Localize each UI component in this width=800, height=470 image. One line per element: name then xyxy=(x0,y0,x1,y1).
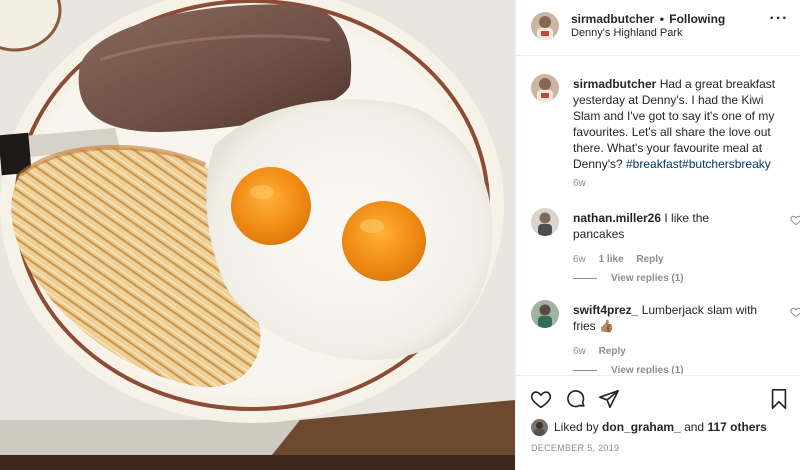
caption-text-block: sirmadbutcher Had a great breakfast yest… xyxy=(573,76,793,172)
breakfast-plate-image xyxy=(0,0,515,470)
comment-like-icon[interactable] xyxy=(790,306,800,318)
view-replies-label: View replies (1) xyxy=(611,365,684,374)
author-username[interactable]: sirmadbutcher xyxy=(571,12,654,26)
commenter-avatar-image xyxy=(531,300,559,328)
bookmark-icon-glyph xyxy=(771,389,787,409)
liker-avatar[interactable] xyxy=(531,419,548,436)
hashtag-breakfast[interactable]: #breakfast xyxy=(626,157,682,171)
comment-username[interactable]: nathan.miller26 xyxy=(573,211,661,225)
heart-icon-glyph xyxy=(530,391,552,409)
others-likes-link[interactable]: 117 others xyxy=(707,420,766,434)
comment-meta: 6w 1 like Reply xyxy=(573,254,674,265)
caption-username[interactable]: sirmadbutcher xyxy=(573,77,656,91)
post-photo[interactable] xyxy=(0,0,515,470)
bookmark-icon[interactable] xyxy=(768,388,790,410)
comment-text-block: swift4prez_ Lumberjack slam with fries 👍… xyxy=(573,302,763,334)
comment-item: swift4prez_ Lumberjack slam with fries 👍… xyxy=(531,300,800,374)
author-avatar-image xyxy=(531,12,559,40)
comment-like-icon[interactable] xyxy=(790,214,800,226)
replies-divider-line xyxy=(573,369,597,371)
caption-author-avatar-image xyxy=(531,74,559,102)
comment-text-block: nathan.miller26 I like the pancakes xyxy=(573,210,763,242)
view-replies-label: View replies (1) xyxy=(611,273,684,284)
instagram-post: sirmadbutcher • Following Denny's Highla… xyxy=(0,0,800,470)
liked-by-joiner: and xyxy=(684,420,705,434)
comment-item: nathan.miller26 I like the pancakes 6w 1… xyxy=(531,208,800,288)
share-icon[interactable] xyxy=(598,388,620,410)
liked-by-text: Liked by don_graham_ and 117 others xyxy=(554,420,767,434)
liker-username[interactable]: don_graham_ xyxy=(602,420,681,434)
ellipsis-icon[interactable]: ··· xyxy=(769,11,789,28)
caption-author-avatar[interactable] xyxy=(531,74,559,102)
following-button[interactable]: Following xyxy=(669,12,725,26)
post-date[interactable]: December 5, 2019 xyxy=(531,443,619,453)
heart-outline-icon xyxy=(790,215,800,226)
caption-time[interactable]: 6w xyxy=(573,178,586,189)
share-icon-glyph xyxy=(599,389,619,409)
liker-avatar-image xyxy=(531,419,548,436)
comment-like-count[interactable]: 1 like xyxy=(599,254,624,265)
commenter-avatar[interactable] xyxy=(531,300,559,328)
heart-icon[interactable] xyxy=(530,388,552,410)
separator-dot: • xyxy=(659,12,664,26)
comment-icon[interactable] xyxy=(565,388,587,410)
comment-time[interactable]: 6w xyxy=(573,254,586,265)
commenter-avatar[interactable] xyxy=(531,208,559,236)
reply-button[interactable]: Reply xyxy=(636,254,663,265)
post-sidebar: sirmadbutcher • Following Denny's Highla… xyxy=(515,0,800,470)
likes-summary: Liked by don_graham_ and 117 others xyxy=(531,418,796,438)
comment-icon-glyph xyxy=(567,390,585,408)
comment-username[interactable]: swift4prez_ xyxy=(573,303,638,317)
liked-by-prefix: Liked by xyxy=(554,420,599,434)
view-replies-button[interactable]: View replies (1) xyxy=(573,273,684,284)
hashtag-butchersbreaky[interactable]: #butchersbreaky xyxy=(682,157,771,171)
commenter-avatar-image xyxy=(531,208,559,236)
author-avatar[interactable] xyxy=(531,12,559,40)
comment-meta: 6w Reply xyxy=(573,346,636,357)
reply-button[interactable]: Reply xyxy=(599,346,626,357)
post-header: sirmadbutcher • Following Denny's Highla… xyxy=(516,0,800,56)
view-replies-button[interactable]: View replies (1) xyxy=(573,365,684,374)
comment-time[interactable]: 6w xyxy=(573,346,586,357)
author-line: sirmadbutcher • Following xyxy=(571,12,725,26)
comments-list[interactable]: sirmadbutcher Had a great breakfast yest… xyxy=(516,56,800,374)
post-location[interactable]: Denny's Highland Park xyxy=(571,27,683,39)
replies-divider-line xyxy=(573,277,597,279)
post-actions: Liked by don_graham_ and 117 others Dece… xyxy=(516,375,800,470)
heart-outline-icon xyxy=(790,307,800,318)
